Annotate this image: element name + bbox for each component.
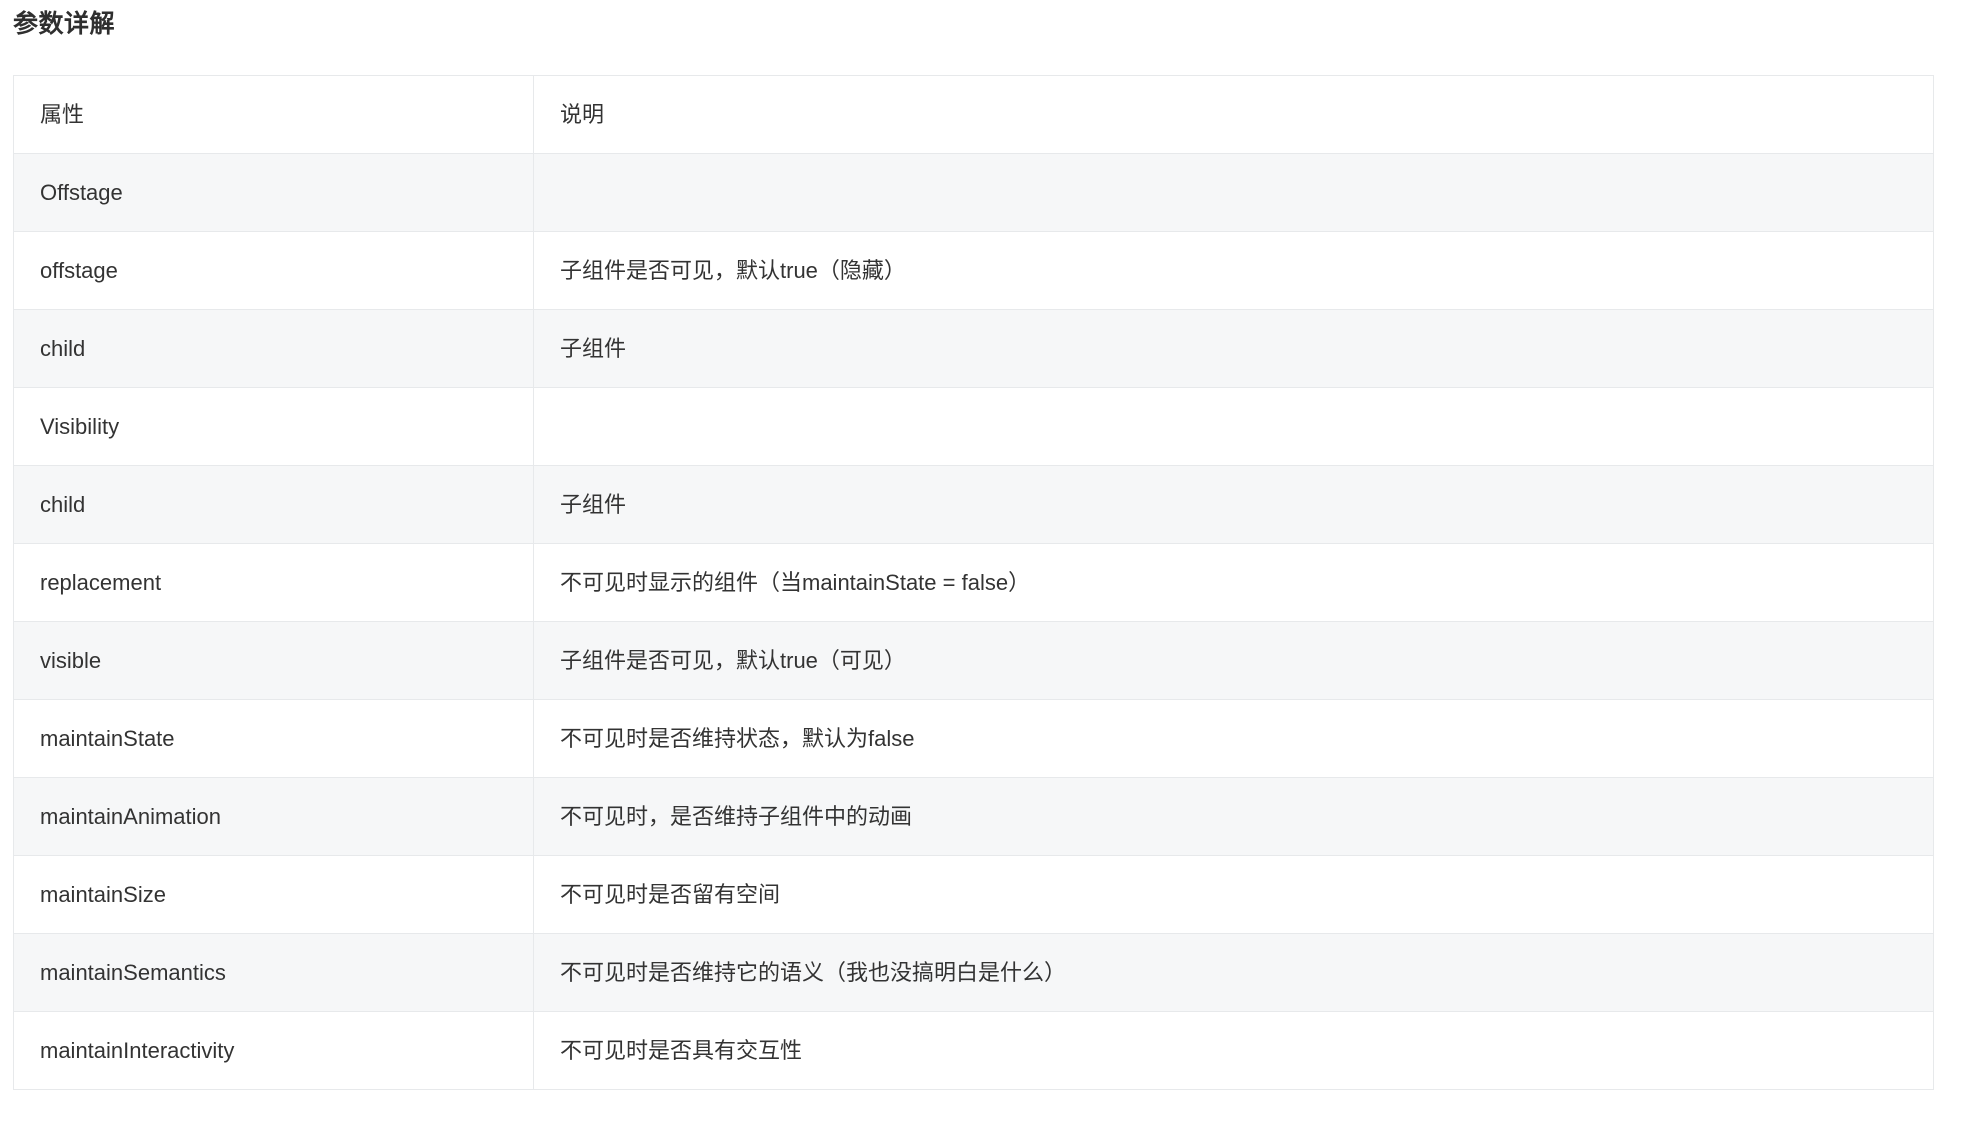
cell-description: 子组件是否可见，默认true（隐藏） <box>533 231 1934 310</box>
table-row: maintainSize 不可见时是否留有空间 <box>13 855 1934 934</box>
section-header-label: Offstage <box>13 153 534 232</box>
section-header-description <box>533 153 1934 232</box>
section-header-label: Visibility <box>13 387 534 466</box>
column-header-attribute: 属性 <box>13 75 534 154</box>
parameter-table: 属性 说明 Offstage offstage 子组件是否可见，默认true（隐藏）… <box>13 75 1934 1090</box>
page-title: 参数详解 <box>13 10 116 38</box>
parameter-table-container: 属性 说明 Offstage offstage 子组件是否可见，默认true（隐藏）… <box>13 75 1934 1090</box>
cell-attribute: replacement <box>13 543 534 622</box>
cell-attribute: maintainSize <box>13 855 534 934</box>
table-section-row: Offstage <box>13 153 1934 232</box>
table-row: child 子组件 <box>13 309 1934 388</box>
cell-description: 不可见时是否留有空间 <box>533 855 1934 934</box>
page-right-gutter <box>1982 0 1986 1128</box>
cell-description: 不可见时是否具有交互性 <box>533 1011 1934 1090</box>
cell-attribute: maintainAnimation <box>13 777 534 856</box>
cell-description: 不可见时是否维持状态，默认为false <box>533 699 1934 778</box>
cell-description: 不可见时显示的组件（当maintainState = false） <box>533 543 1934 622</box>
cell-attribute: maintainInteractivity <box>13 1011 534 1090</box>
table-row: replacement 不可见时显示的组件（当maintainState = fa… <box>13 543 1934 622</box>
documentation-page: 参数详解 属性 说明 Offstage offstage 子组件是否可见，默认tru… <box>0 0 1986 1128</box>
cell-attribute: maintainState <box>13 699 534 778</box>
cell-description: 子组件 <box>533 465 1934 544</box>
cell-description: 子组件是否可见，默认true（可见） <box>533 621 1934 700</box>
cell-description: 子组件 <box>533 309 1934 388</box>
table-header: 属性 说明 <box>13 75 1934 154</box>
section-header-description <box>533 387 1934 466</box>
table-row: maintainAnimation 不可见时，是否维持子组件中的动画 <box>13 777 1934 856</box>
cell-attribute: offstage <box>13 231 534 310</box>
table-row: visible 子组件是否可见，默认true（可见） <box>13 621 1934 700</box>
cell-attribute: child <box>13 309 534 388</box>
cell-attribute: child <box>13 465 534 544</box>
cell-description: 不可见时，是否维持子组件中的动画 <box>533 777 1934 856</box>
cell-attribute: maintainSemantics <box>13 933 534 1012</box>
table-section-row: Visibility <box>13 387 1934 466</box>
table-row: maintainSemantics 不可见时是否维持它的语义（我也没搞明白是什么） <box>13 933 1934 1012</box>
cell-attribute: visible <box>13 621 534 700</box>
column-header-description: 说明 <box>533 75 1934 154</box>
table-row: offstage 子组件是否可见，默认true（隐藏） <box>13 231 1934 310</box>
table-row: maintainInteractivity 不可见时是否具有交互性 <box>13 1011 1934 1090</box>
table-row: maintainState 不可见时是否维持状态，默认为false <box>13 699 1934 778</box>
table-header-row: 属性 说明 <box>13 75 1934 154</box>
table-body: Offstage offstage 子组件是否可见，默认true（隐藏） child 子… <box>13 153 1934 1090</box>
table-row: child 子组件 <box>13 465 1934 544</box>
cell-description: 不可见时是否维持它的语义（我也没搞明白是什么） <box>533 933 1934 1012</box>
